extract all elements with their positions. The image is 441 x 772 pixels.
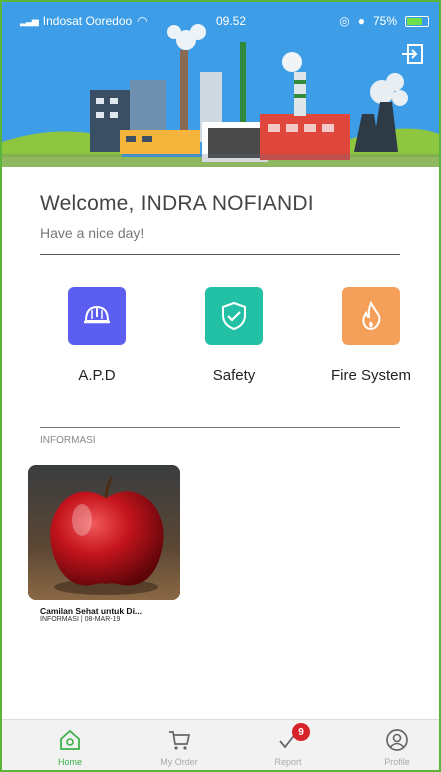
battery-icon: [405, 15, 429, 27]
logout-button[interactable]: [400, 42, 426, 66]
welcome-tagline: Have a nice day!: [40, 225, 145, 241]
shield-check-icon: [222, 301, 246, 331]
flame-icon: [362, 301, 381, 331]
tab-label: Home: [57, 757, 82, 767]
lock-rotation-icon: ◎: [339, 14, 350, 28]
report-badge: 9: [292, 723, 310, 741]
menu-label: A.P.D: [78, 367, 116, 384]
tab-my-order[interactable]: My Order: [134, 728, 224, 767]
tab-label: Profile: [384, 757, 410, 767]
helmet-icon: [84, 305, 110, 324]
carrier-name: Indosat Ooredoo: [42, 14, 133, 28]
logout-icon: [402, 44, 423, 64]
safety-icon-tile: [205, 287, 263, 345]
tab-home[interactable]: Home: [25, 728, 115, 767]
menu-label: Fire System: [330, 367, 411, 384]
info-card-title: Camilan Sehat untuk Di...: [40, 606, 143, 616]
battery-percent: 75%: [372, 14, 397, 28]
menu-item-fire-system[interactable]: Fire System: [311, 287, 431, 384]
tab-profile[interactable]: Profile: [352, 728, 439, 767]
divider: [40, 254, 400, 255]
bottom-tab-bar: Home My Order 9 Report Profile: [2, 719, 439, 770]
menu-item-apd[interactable]: A.P.D: [37, 287, 157, 384]
info-card[interactable]: Camilan Sehat untuk Di... INFORMASI | 08…: [28, 465, 180, 623]
status-bar: ▂▃▅ Indosat Ooredoo ◠ 09.52 ◎ ● 75%: [2, 14, 439, 32]
tab-label: My Order: [160, 757, 198, 767]
user-circle-icon: [386, 729, 408, 751]
alarm-icon: ●: [357, 14, 365, 28]
tab-label: Report: [274, 757, 302, 767]
info-card-image: [28, 465, 180, 600]
menu-label: Safety: [212, 367, 256, 384]
section-label-informasi: INFORMASI: [40, 435, 96, 446]
menu-item-safety[interactable]: Safety: [174, 287, 294, 384]
red-apple-photo: [28, 465, 180, 600]
app-screen: ▂▃▅ Indosat Ooredoo ◠ 09.52 ◎ ● 75% Welc…: [0, 0, 441, 772]
home-icon: [60, 729, 80, 750]
divider: [40, 427, 400, 428]
tab-report[interactable]: 9 Report: [243, 723, 333, 767]
welcome-greeting: Welcome, INDRA NOFIANDI: [40, 192, 314, 215]
cart-icon: [169, 731, 191, 750]
fire-system-icon-tile: [342, 287, 400, 345]
header-banner: ▂▃▅ Indosat Ooredoo ◠ 09.52 ◎ ● 75%: [2, 2, 439, 167]
wifi-icon: ◠: [137, 14, 148, 28]
info-card-meta: INFORMASI | 08-MAR-19: [40, 616, 121, 623]
apd-icon-tile: [68, 287, 126, 345]
status-time: 09.52: [216, 14, 247, 28]
signal-icon: ▂▃▅: [20, 15, 39, 26]
